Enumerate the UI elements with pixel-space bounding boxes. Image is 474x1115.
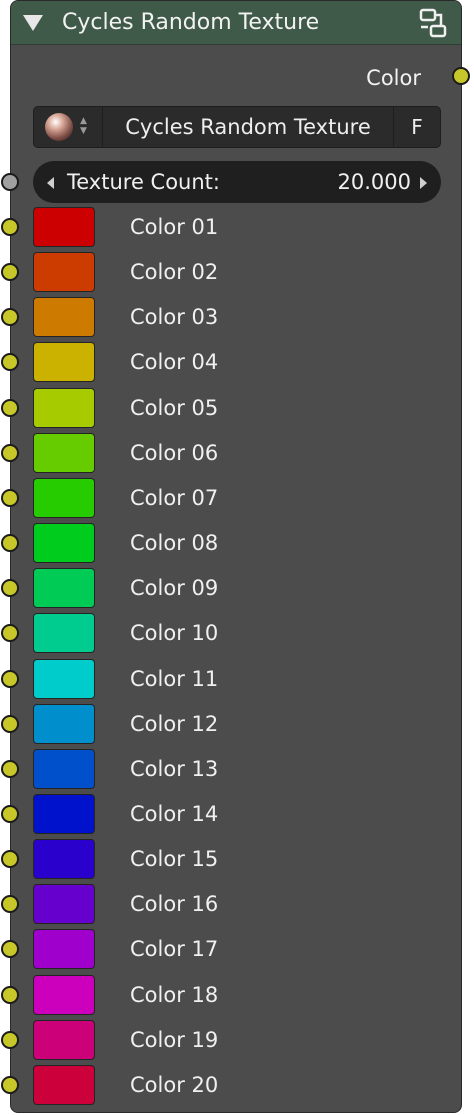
texture-count-value: 20.000	[337, 170, 411, 194]
color-input-socket[interactable]	[1, 985, 19, 1004]
color-label: Color 13	[130, 756, 219, 781]
color-input-row: Color 07	[1, 476, 461, 521]
color-input-row: Color 17	[1, 927, 461, 972]
color-input-row: Color 09	[1, 566, 461, 611]
color-input-row: Color 12	[1, 702, 461, 747]
random-texture-node[interactable]: Cycles Random Texture Color ▲ ▼ Cycles Ra…	[1, 0, 470, 1113]
color-input-socket[interactable]	[1, 218, 19, 236]
increment-arrow-icon[interactable]	[420, 177, 427, 189]
color-swatch[interactable]	[33, 703, 95, 744]
color-input-row: Color 14	[1, 792, 461, 837]
decrement-arrow-icon[interactable]	[47, 177, 54, 189]
color-swatch[interactable]	[33, 929, 95, 970]
color-input-row: Color 16	[1, 882, 461, 927]
color-input-socket[interactable]	[1, 579, 19, 598]
color-swatch[interactable]	[33, 477, 95, 518]
color-input-row: Color 13	[1, 747, 461, 792]
color-label: Color 18	[130, 982, 219, 1007]
updown-arrows-icon: ▲ ▼	[80, 116, 87, 136]
collapse-arrow-icon[interactable]	[23, 15, 43, 31]
color-swatch[interactable]	[33, 568, 95, 609]
color-input-row: Color 18	[1, 973, 461, 1018]
color-input-socket[interactable]	[1, 1075, 19, 1094]
color-input-row: Color 19	[1, 1018, 461, 1063]
color-swatch[interactable]	[33, 613, 95, 654]
color-swatch[interactable]	[33, 1019, 95, 1060]
color-input-socket[interactable]	[1, 759, 19, 778]
color-swatch[interactable]	[33, 658, 95, 699]
color-input-row: Color 08	[1, 521, 461, 566]
color-label: Color 08	[130, 531, 219, 556]
output-color-socket[interactable]	[452, 67, 470, 85]
color-input-row: Color 02	[1, 250, 461, 295]
color-input-row: Color 10	[1, 611, 461, 656]
color-swatch[interactable]	[33, 974, 95, 1015]
color-input-row: Color 06	[1, 431, 461, 476]
color-label: Color 20	[130, 1072, 219, 1097]
color-input-row: Color 01	[1, 205, 461, 250]
node-group-icon[interactable]	[417, 7, 449, 39]
color-swatch[interactable]	[33, 748, 95, 789]
color-swatch[interactable]	[33, 252, 95, 293]
color-swatch[interactable]	[33, 432, 95, 473]
texture-count-socket[interactable]	[1, 173, 19, 191]
color-input-socket[interactable]	[1, 895, 19, 914]
color-label: Color 03	[130, 305, 219, 330]
color-input-socket[interactable]	[1, 1030, 19, 1049]
output-color-label: Color	[366, 66, 421, 90]
node-header[interactable]: Cycles Random Texture	[11, 1, 461, 45]
color-swatch[interactable]	[33, 884, 95, 925]
texture-preview-icon	[45, 113, 73, 141]
color-input-row: Color 04	[1, 340, 461, 385]
color-input-socket[interactable]	[1, 488, 19, 507]
color-label: Color 07	[130, 485, 219, 510]
color-label: Color 14	[130, 801, 219, 826]
color-label: Color 01	[130, 215, 219, 239]
texture-count-label: Texture Count:	[67, 170, 220, 194]
color-label: Color 05	[130, 395, 219, 420]
color-swatch[interactable]	[33, 387, 95, 428]
color-input-socket[interactable]	[1, 263, 19, 282]
color-label: Color 16	[130, 892, 219, 917]
color-label: Color 17	[130, 937, 219, 962]
color-input-row: Color 05	[1, 386, 461, 431]
color-input-row: Color 15	[1, 837, 461, 882]
color-label: Color 12	[130, 711, 219, 736]
node-title: Cycles Random Texture	[62, 10, 320, 35]
texture-count-field[interactable]: Texture Count: 20.000	[33, 161, 441, 203]
color-input-socket[interactable]	[1, 714, 19, 733]
color-label: Color 11	[130, 666, 219, 691]
texture-selector[interactable]: ▲ ▼ Cycles Random Texture F	[33, 106, 441, 148]
color-swatch[interactable]	[33, 1064, 95, 1105]
color-swatch[interactable]	[33, 207, 95, 247]
color-swatch[interactable]	[33, 523, 95, 564]
color-input-row: Color 20	[1, 1063, 461, 1108]
color-swatch[interactable]	[33, 297, 95, 338]
color-input-socket[interactable]	[1, 443, 19, 462]
color-label: Color 10	[130, 621, 219, 646]
color-swatch[interactable]	[33, 342, 95, 383]
color-input-socket[interactable]	[1, 534, 19, 553]
fake-user-button[interactable]: F	[393, 107, 440, 147]
color-input-socket[interactable]	[1, 398, 19, 417]
color-swatch[interactable]	[33, 839, 95, 880]
color-input-socket[interactable]	[1, 669, 19, 688]
color-input-socket[interactable]	[1, 850, 19, 869]
color-input-row: Color 03	[1, 295, 461, 340]
color-label: Color 19	[130, 1027, 219, 1052]
color-label: Color 09	[130, 576, 219, 601]
color-input-socket[interactable]	[1, 940, 19, 959]
color-label: Color 02	[130, 260, 219, 285]
texture-browse-button[interactable]: ▲ ▼	[34, 107, 103, 147]
texture-name-field[interactable]: Cycles Random Texture	[102, 107, 394, 147]
color-input-row: Color 11	[1, 657, 461, 702]
color-label: Color 06	[130, 440, 219, 465]
color-input-socket[interactable]	[1, 624, 19, 643]
color-input-socket[interactable]	[1, 804, 19, 823]
color-input-socket[interactable]	[1, 308, 19, 327]
color-swatch[interactable]	[33, 793, 95, 834]
color-label: Color 15	[130, 847, 219, 872]
color-input-socket[interactable]	[1, 353, 19, 372]
color-label: Color 04	[130, 350, 219, 375]
